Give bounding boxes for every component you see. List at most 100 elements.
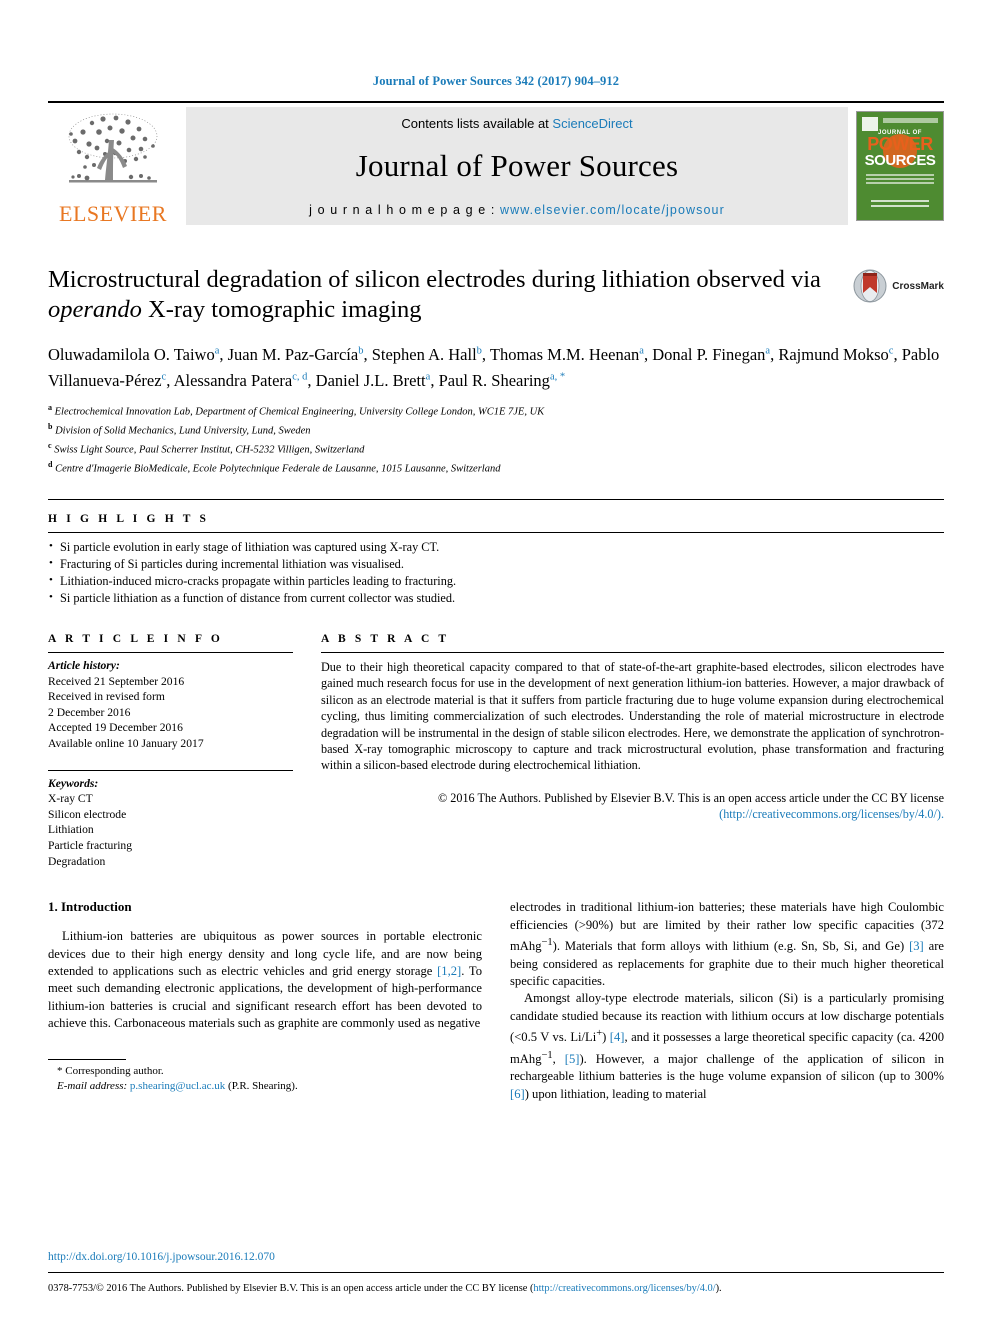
- highlights-list: Si particle evolution in early stage of …: [48, 538, 944, 607]
- citation-ref-6[interactable]: [6]: [510, 1087, 525, 1101]
- title-italic-word: operando: [48, 296, 142, 323]
- author-separator: ,: [166, 371, 174, 390]
- author-separator: ,: [481, 344, 490, 364]
- title-part-1: Microstructural degradation of silicon e…: [48, 266, 821, 293]
- journal-homepage-line: j o u r n a l h o m e p a g e : www.else…: [309, 203, 725, 217]
- author-name: Juan M. Paz-García: [227, 344, 359, 364]
- paragraph-part: ). Materials that form alloys with lithi…: [552, 939, 910, 954]
- body-left-column: 1. Introduction Lithium-ion batteries ar…: [48, 899, 482, 1103]
- list-item: Fracturing of Si particles during increm…: [48, 555, 944, 573]
- citation-ref-1-2[interactable]: [1,2]: [437, 964, 461, 978]
- author-separator: ,: [307, 371, 316, 390]
- keywords-label: Keywords:: [48, 776, 99, 790]
- journal-title: Journal of Power Sources: [355, 147, 679, 183]
- history-item: Available online 10 January 2017: [48, 736, 204, 750]
- author-item: Stephen A. Hallb,: [372, 345, 490, 364]
- superscript: −1: [541, 1049, 553, 1061]
- page-title: Microstructural degradation of silicon e…: [48, 265, 853, 325]
- affiliation-marker: d: [48, 460, 53, 469]
- paragraph-part: ) upon lithiation, leading to material: [524, 1086, 707, 1101]
- citation-ref-4[interactable]: [4]: [610, 1030, 625, 1044]
- crossmark-badge[interactable]: CrossMark: [853, 265, 944, 303]
- keyword-item: Degradation: [48, 854, 106, 868]
- masthead-center-panel: Contents lists available at ScienceDirec…: [186, 107, 848, 225]
- affiliation-text: Division of Solid Mechanics, Lund Univer…: [55, 425, 311, 437]
- keyword-item: X-ray CT: [48, 792, 93, 806]
- author-item: Daniel J.L. Bretta,: [316, 371, 439, 390]
- section-heading-introduction: 1. Introduction: [48, 899, 132, 915]
- cover-elsevier-mark: [862, 117, 878, 131]
- footer-rule: [48, 1272, 944, 1273]
- article-info-heading: A R T I C L E I N F O: [48, 633, 223, 645]
- cover-sources-label: SOURCES: [864, 152, 936, 169]
- title-part-2: X-ray tomographic imaging: [141, 296, 422, 323]
- author-name: Donal P. Finegan: [652, 344, 766, 364]
- abstract-text: Due to their high theoretical capacity c…: [321, 660, 944, 773]
- keywords-block: Keywords: X-ray CT Silicon electrode Lit…: [48, 771, 293, 870]
- footnote-label: Corresponding author.: [65, 1064, 164, 1077]
- affiliation-marker: b: [48, 422, 53, 431]
- affiliation-text: Electrochemical Innovation Lab, Departme…: [54, 406, 545, 418]
- author-separator: ,: [643, 344, 653, 364]
- author-item: Alessandra Paterac, d,: [174, 371, 316, 390]
- journal-masthead: ELSEVIER Contents lists available at Sci…: [48, 101, 944, 229]
- affiliation-text: Swiss Light Source, Paul Scherrer Instit…: [54, 444, 365, 456]
- homepage-url-link[interactable]: www.elsevier.com/locate/jpowsour: [500, 203, 725, 217]
- contents-available-line: Contents lists available at ScienceDirec…: [401, 116, 632, 131]
- elsevier-tree-icon: [68, 113, 158, 183]
- body-columns: 1. Introduction Lithium-ion batteries ar…: [48, 899, 944, 1103]
- paragraph: electrodes in traditional lithium-ion ba…: [510, 899, 944, 990]
- keyword-item: Lithiation: [48, 823, 94, 837]
- copyright-text: © 2016 The Authors. Published by Elsevie…: [437, 790, 944, 805]
- paragraph-part: ): [602, 1030, 610, 1045]
- highlights-heading: H I G H L I G H T S: [48, 513, 210, 525]
- elsevier-logo: ELSEVIER: [48, 103, 178, 229]
- affiliation-marker: c: [48, 441, 52, 450]
- affiliation-item: b Division of Solid Mechanics, Lund Univ…: [48, 420, 944, 439]
- list-item: Lithiation-induced micro-cracks propagat…: [48, 572, 944, 590]
- email-link[interactable]: p.shearing@ucl.ac.uk: [130, 1080, 225, 1092]
- contents-prefix: Contents lists available at: [401, 115, 553, 131]
- author-name: Oluwadamilola O. Taiwo: [48, 344, 215, 364]
- license-link[interactable]: (http://creativecommons.org/licenses/by/…: [719, 807, 944, 821]
- footnote-marker: *: [57, 1064, 63, 1077]
- affiliation-item: d Centre d'Imagerie BioMedicale, Ecole P…: [48, 458, 944, 477]
- affiliation-item: a Electrochemical Innovation Lab, Depart…: [48, 401, 944, 420]
- footnote-corresponding: * Corresponding author.: [48, 1064, 482, 1079]
- highlights-top-rule: [48, 499, 944, 500]
- crossmark-label: CrossMark: [892, 280, 944, 292]
- author-name: Paul R. Shearing: [438, 371, 550, 390]
- history-item: Received in revised form: [48, 690, 165, 704]
- list-item: Si particle lithiation as a function of …: [48, 589, 944, 607]
- sciencedirect-link[interactable]: ScienceDirect: [552, 116, 632, 131]
- author-separator: ,: [219, 344, 228, 364]
- author-item: Rajmund Moksoc,: [778, 345, 901, 364]
- affiliation-item: c Swiss Light Source, Paul Scherrer Inst…: [48, 439, 944, 458]
- author-affiliation-marker: c, d: [292, 371, 308, 383]
- footnote-email: E-mail address: p.shearing@ucl.ac.uk (P.…: [48, 1079, 482, 1094]
- history-item: Received 21 September 2016: [48, 674, 185, 688]
- issn-copyright-end: ).: [715, 1283, 722, 1294]
- affiliation-marker: a: [48, 403, 52, 412]
- author-separator: ,: [893, 344, 902, 364]
- affiliation-list: a Electrochemical Innovation Lab, Depart…: [48, 401, 944, 477]
- article-history-block: Article history: Received 21 September 2…: [48, 653, 293, 752]
- author-item: Thomas M.M. Heenana,: [490, 345, 652, 364]
- journal-reference: Journal of Power Sources 342 (2017) 904–…: [372, 74, 620, 88]
- citation-ref-5[interactable]: [5]: [565, 1052, 580, 1066]
- list-item: Si particle evolution in early stage of …: [48, 538, 944, 556]
- article-history-label: Article history:: [48, 659, 120, 672]
- cover-publisher-lines: [871, 200, 929, 210]
- body-right-column: electrodes in traditional lithium-ion ba…: [510, 899, 944, 1103]
- email-label: E-mail address:: [57, 1079, 128, 1092]
- footer-license-link[interactable]: http://creativecommons.org/licenses/by/4…: [533, 1283, 715, 1294]
- author-name: Rajmund Mokso: [778, 344, 889, 364]
- issn-copyright-line: 0378-7753/© 2016 The Authors. Published …: [48, 1282, 944, 1296]
- paragraph: Amongst alloy-type electrode materials, …: [510, 990, 944, 1103]
- abstract-heading: A B S T R A C T: [321, 633, 450, 645]
- doi-link[interactable]: http://dx.doi.org/10.1016/j.jpowsour.201…: [48, 1251, 275, 1263]
- title-block: Microstructural degradation of silicon e…: [48, 265, 944, 325]
- abstract-copyright: © 2016 The Authors. Published by Elsevie…: [321, 784, 944, 823]
- citation-ref-3[interactable]: [3]: [909, 939, 924, 953]
